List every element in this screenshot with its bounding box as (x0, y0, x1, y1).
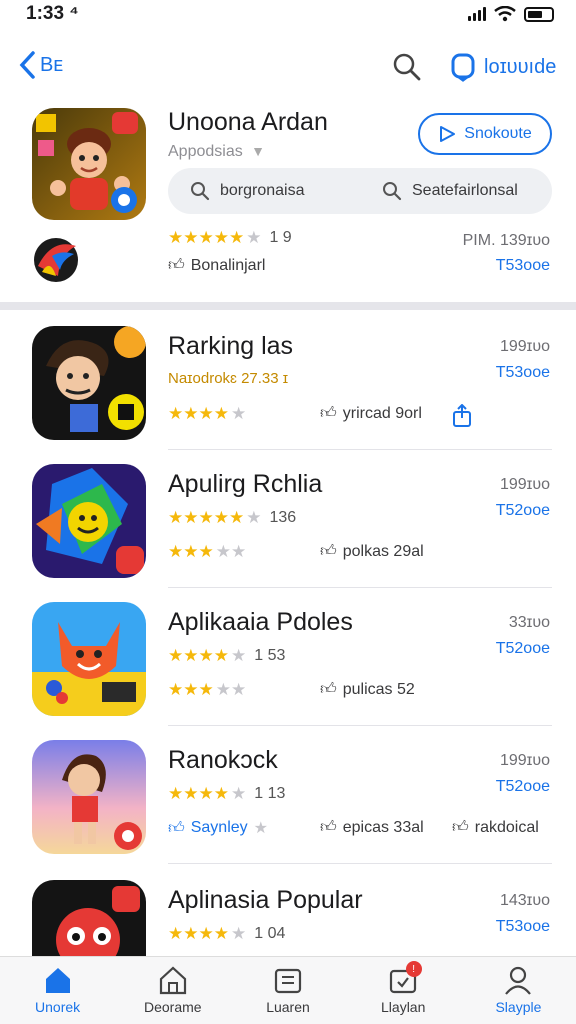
thumbs-up-icon: 👍︎ (320, 543, 337, 560)
featured-like[interactable]: 👍︎ Bonalinjarl (168, 256, 265, 275)
app-store-screen: 1:33 ⁴ Bᴇ loɪᴜᴜıde Unoona Ardan Appodsia… (0, 0, 576, 1024)
house-outline-icon (159, 966, 186, 995)
app-like[interactable]: 👍︎ Saynley ★ (168, 818, 268, 838)
row-divider (168, 863, 552, 864)
back-button[interactable]: Bᴇ (18, 50, 63, 80)
list-item[interactable]: Aplikaaia Pdoles ★★★★ ★ 1 53 ★★★ ★★ 👍︎ puli… (0, 588, 576, 726)
app-meta: 👍︎ yrircad 9orl (320, 404, 422, 423)
cellular-signal-icon (468, 7, 486, 21)
app-rating: ★★★★ ★ (168, 404, 247, 423)
search-segment-right[interactable]: Seatefairlonsal (360, 181, 552, 201)
nav-action-label: loɪᴜᴜıde (484, 55, 557, 78)
battery-icon (524, 6, 554, 22)
app-rating-secondary: ★★★ ★★ (168, 542, 247, 561)
tab-browse[interactable]: Deorame (115, 957, 230, 1024)
search-segment-left[interactable]: borgronaisa (168, 181, 360, 201)
chevron-down-icon: ▼ (251, 143, 266, 159)
cartoon-boy-icon (32, 108, 146, 220)
app-title: Ranokɔck (168, 746, 278, 774)
search-icon (191, 182, 210, 201)
featured-rating: ★★★★★ ★ 1 9 (168, 228, 292, 247)
app-icon (32, 602, 146, 716)
tab-home[interactable]: Unorek (0, 957, 115, 1024)
play-arrow-icon (440, 126, 456, 142)
app-price: 199ɪᴜo T52ooe (495, 476, 550, 519)
list-item[interactable]: Apulirg Rchlia ★★★★★ ★ 136 ★★★ ★★ 👍︎ polkas… (0, 450, 576, 588)
app-rating: ★★★★★ ★ 136 (168, 508, 297, 527)
app-icon (32, 326, 146, 440)
app-rating-secondary: ★★★ ★★ (168, 680, 247, 699)
get-app-button[interactable]: Snokoᴜte (418, 113, 552, 155)
calendar-icon (274, 968, 302, 994)
app-price: 199ɪᴜo T53ooe (495, 338, 550, 381)
search-left-text: borgronaisa (220, 182, 305, 199)
notification-badge: ! (405, 961, 422, 977)
app-icon (32, 464, 146, 578)
app-title: Apulirg Rchlia (168, 470, 323, 498)
star-icon: ★ (253, 820, 268, 837)
search-icon[interactable] (392, 52, 422, 82)
app-price: 33ɪᴜo T52ooe (495, 614, 550, 657)
wifi-icon (494, 6, 516, 22)
nav-action-button[interactable]: loɪᴜᴜıde (450, 52, 556, 82)
thumbs-up-icon: 👍︎ (168, 257, 185, 274)
search-right-text: Seatefairlonsal (412, 182, 518, 199)
app-rating: ★★★★ ★ 1 13 (168, 784, 286, 803)
thumbs-up-icon: 👍︎ (168, 819, 185, 837)
tab-updates[interactable]: ! Llaylan (346, 957, 461, 1024)
featured-price: PIM. 139ɪᴜo T53ooe (462, 232, 550, 274)
home-icon (45, 968, 70, 993)
app-meta: 👍︎ polkas 29al (320, 542, 424, 561)
thumbs-up-icon: 👍︎ (320, 819, 337, 836)
app-subtitle: Naɪodrokɛ 27.33 ɪ (168, 370, 289, 387)
app-price: 143ɪᴜo T53ooe (495, 892, 550, 935)
tab-library[interactable]: Luaren (230, 957, 345, 1024)
section-divider (0, 302, 576, 310)
developer-logo-icon (34, 238, 78, 282)
status-bar: 1:33 ⁴ (0, 0, 576, 28)
thumbs-up-icon: 👍︎ (452, 819, 469, 836)
app-meta: 👍︎ epicas 33al (320, 818, 424, 837)
app-rating: ★★★★ ★ 1 04 (168, 924, 286, 943)
thumbs-up-icon: 👍︎ (320, 681, 337, 698)
chevron-left-icon (19, 51, 35, 79)
featured-app-icon[interactable] (32, 108, 146, 220)
list-item[interactable]: Rarking las Naɪodrokɛ 27.33 ɪ ★★★★ ★ 👍︎ y… (0, 312, 576, 450)
status-time: 1:33 ⁴ (26, 3, 79, 24)
thumbs-up-icon: 👍︎ (320, 405, 337, 422)
featured-app-title[interactable]: Unoona Ardan (168, 108, 328, 137)
search-icon (383, 182, 402, 201)
app-title: Aplinasia Popular (168, 886, 363, 914)
tab-bar: Unorek Deorame Luaren ! Llaylan Slayple (0, 956, 576, 1024)
app-meta-secondary: 👍︎ rakdoical (452, 818, 539, 837)
tab-profile[interactable]: Slayple (461, 957, 576, 1024)
search-bar[interactable]: borgronaisa Seatefairlonsal (168, 168, 552, 214)
featured-app-category: Appodsias ▼ (168, 143, 266, 160)
app-rating: ★★★★ ★ 1 53 (168, 646, 286, 665)
person-icon (505, 966, 532, 995)
share-icon[interactable] (452, 404, 472, 428)
navigation-bar: Bᴇ loɪᴜᴜıde (0, 44, 576, 92)
bookmark-icon (451, 53, 475, 82)
get-app-label: Snokoᴜte (464, 125, 532, 142)
back-label: Bᴇ (40, 53, 64, 76)
app-meta: 👍︎ pulicas 52 (320, 680, 415, 699)
app-price: 199ɪᴜo T52ooe (495, 752, 550, 795)
app-title: Rarking las (168, 332, 294, 360)
app-icon (32, 740, 146, 854)
list-item[interactable]: Ranokɔck ★★★★ ★ 1 13 👍︎ Saynley ★ 👍︎ epica… (0, 726, 576, 864)
app-title: Aplikaaia Pdoles (168, 608, 353, 636)
